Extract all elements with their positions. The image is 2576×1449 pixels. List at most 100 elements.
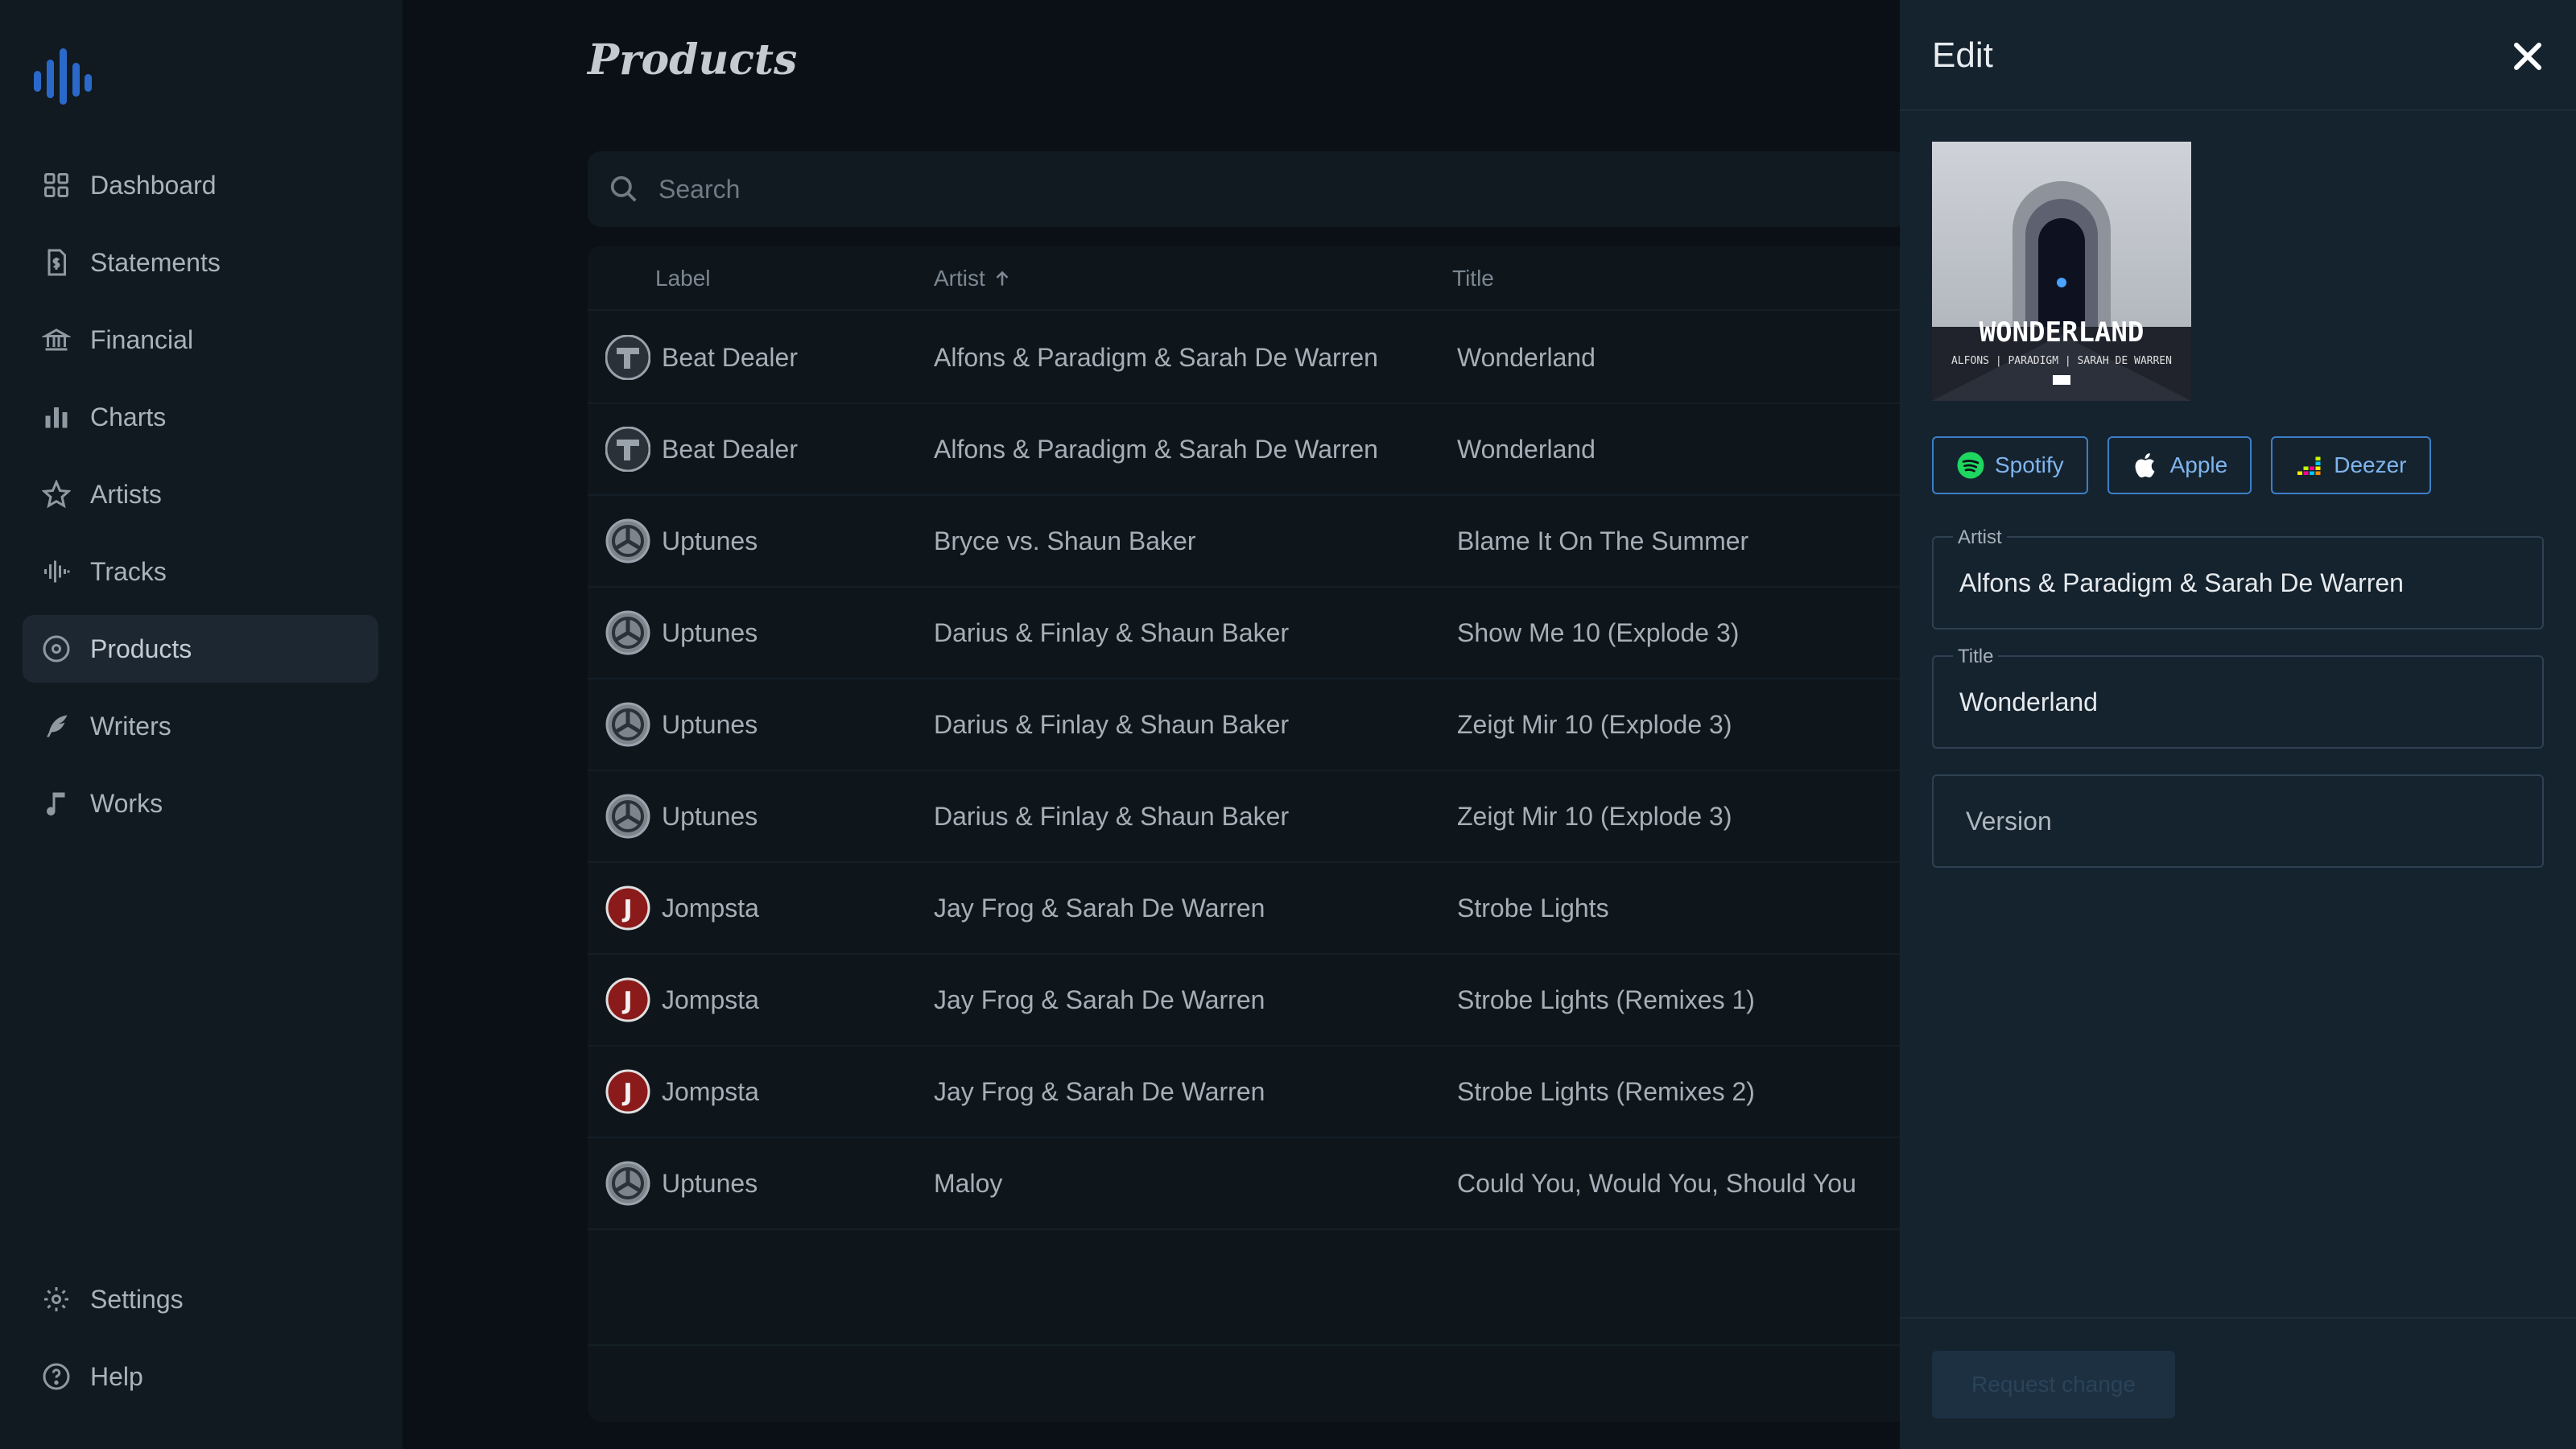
row-title-cell: Zeigt Mir 10 (Explode 3) [1457, 710, 1732, 739]
table-row[interactable]: Uptunes Darius & Finlay & Shaun Baker Zeig… [588, 679, 1908, 771]
edit-panel-header: Edit [1900, 0, 2576, 111]
request-change-button[interactable]: Request change [1932, 1351, 2175, 1418]
svg-text:J: J [621, 1079, 632, 1107]
row-label-text: Uptunes [662, 709, 758, 739]
waveform-icon [44, 560, 70, 583]
spotify-icon [1957, 452, 1984, 479]
sidebar-bottom-nav: Settings Help [23, 1265, 378, 1420]
row-label-text: Jompsta [662, 1076, 759, 1106]
search-icon [610, 175, 637, 202]
row-label-text: Beat Dealer [662, 342, 798, 372]
page-title: Products [588, 35, 798, 85]
row-title-cell: Strobe Lights [1457, 894, 1609, 923]
row-title-cell: Zeigt Mir 10 (Explode 3) [1457, 802, 1732, 831]
artist-field-value: Alfons & Paradigm & Sarah De Warren [1959, 568, 2404, 597]
search-input[interactable]: Search [588, 151, 1908, 227]
uptunes-logo-icon [605, 1161, 650, 1206]
main-content: Products Search Label Artist Title Beat … [402, 0, 1908, 1449]
streaming-services: Spotify Apple Deezer [1932, 436, 2431, 494]
beat-dealer-logo-icon [605, 426, 651, 473]
sidebar-item-writers[interactable]: Writers [23, 692, 378, 760]
edit-panel-title: Edit [1932, 35, 1993, 75]
apple-icon [2135, 453, 2154, 478]
table-row[interactable]: Beat Dealer Alfons & Paradigm & Sarah De … [588, 312, 1908, 404]
sort-ascending-icon [996, 270, 1009, 286]
row-label-text: Beat Dealer [662, 434, 798, 464]
sidebar-item-settings[interactable]: Settings [23, 1265, 378, 1333]
table-row[interactable]: J Jompsta Jay Frog & Sarah De Warren Strobe… [588, 1046, 1908, 1138]
jompsta-logo-icon: J [605, 1069, 650, 1114]
row-artist-cell: Jay Frog & Sarah De Warren [934, 894, 1265, 923]
spotify-label: Spotify [1995, 452, 2064, 477]
table-row[interactable]: J Jompsta Jay Frog & Sarah De Warren Strobe… [588, 863, 1908, 955]
sidebar-nav: Dashboard Statements Financial Charts Ar… [23, 151, 378, 847]
row-artist-cell: Maloy [934, 1169, 1003, 1198]
artist-field-label: Artist [1953, 526, 2007, 549]
apple-button[interactable]: Apple [2107, 436, 2252, 494]
row-title-cell: Show Me 10 (Explode 3) [1457, 618, 1740, 647]
row-label-cell: Beat Dealer [605, 334, 798, 381]
table-row[interactable]: Uptunes Maloy Could You, Would You, Should… [588, 1138, 1908, 1230]
sidebar-item-charts[interactable]: Charts [23, 383, 378, 451]
sidebar: Dashboard Statements Financial Charts Ar… [0, 0, 402, 1449]
row-label-cell: Uptunes [605, 518, 758, 564]
row-title-cell: Strobe Lights (Remixes 2) [1457, 1077, 1755, 1106]
sidebar-item-works[interactable]: Works [23, 770, 378, 837]
jompsta-logo-icon: J [605, 886, 650, 931]
uptunes-logo-icon [605, 794, 650, 839]
column-header-artist[interactable]: Artist [934, 266, 1013, 291]
column-header-artist-text: Artist [934, 266, 985, 291]
album-cover: WONDERLAND ALFONS | PARADIGM | SARAH DE … [1932, 142, 2191, 401]
table-row[interactable]: Uptunes Darius & Finlay & Shaun Baker Show… [588, 588, 1908, 679]
row-artist-cell: Bryce vs. Shaun Baker [934, 526, 1196, 555]
app-logo-icon[interactable] [34, 48, 92, 105]
row-title-cell: Could You, Would You, Should You [1457, 1169, 1856, 1198]
title-field[interactable]: Title Wonderland [1932, 646, 2544, 749]
table-row[interactable]: Uptunes Bryce vs. Shaun Baker Blame It On … [588, 496, 1908, 588]
sidebar-item-products[interactable]: Products [23, 615, 378, 683]
title-field-value: Wonderland [1959, 687, 2098, 716]
row-label-text: Jompsta [662, 893, 759, 923]
version-field-placeholder: Version [1966, 807, 2052, 836]
row-artist-cell: Jay Frog & Sarah De Warren [934, 1077, 1265, 1106]
sidebar-item-help[interactable]: Help [23, 1343, 378, 1410]
bank-icon [42, 328, 71, 351]
title-field-label: Title [1953, 646, 1999, 668]
table-row[interactable]: J Jompsta Jay Frog & Sarah De Warren Strobe… [588, 955, 1908, 1046]
sidebar-item-label: Settings [90, 1284, 184, 1314]
row-title-cell: Strobe Lights (Remixes 1) [1457, 985, 1755, 1014]
sidebar-item-label: Writers [90, 711, 171, 741]
cover-title: WONDERLAND [1979, 316, 2145, 349]
deezer-button[interactable]: Deezer [2271, 436, 2431, 494]
row-artist-cell: Jay Frog & Sarah De Warren [934, 985, 1265, 1014]
table-header: Label Artist Title [588, 246, 1908, 311]
sidebar-item-artists[interactable]: Artists [23, 460, 378, 528]
sidebar-item-label: Statements [90, 247, 221, 277]
cover-subtitle: ALFONS | PARADIGM | SARAH DE WARREN [1951, 355, 2172, 367]
sidebar-item-financial[interactable]: Financial [23, 306, 378, 374]
sidebar-item-statements[interactable]: Statements [23, 229, 378, 296]
sidebar-item-tracks[interactable]: Tracks [23, 538, 378, 605]
svg-text:J: J [621, 895, 632, 923]
spotify-button[interactable]: Spotify [1932, 436, 2088, 494]
version-field[interactable]: Version [1932, 774, 2544, 868]
artist-field[interactable]: Artist Alfons & Paradigm & Sarah De Warr… [1932, 526, 2544, 630]
row-artist-cell: Darius & Finlay & Shaun Baker [934, 710, 1290, 739]
column-header-label[interactable]: Label [655, 266, 711, 291]
uptunes-logo-icon [605, 610, 650, 655]
row-artist-cell: Alfons & Paradigm & Sarah De Warren [934, 435, 1378, 464]
close-icon[interactable] [2508, 37, 2547, 76]
sidebar-item-label: Artists [90, 479, 162, 509]
disc-icon [43, 635, 70, 663]
row-label-text: Uptunes [662, 1168, 758, 1198]
column-header-title[interactable]: Title [1452, 266, 1494, 291]
sidebar-item-dashboard[interactable]: Dashboard [23, 151, 378, 219]
sidebar-item-label: Charts [90, 402, 167, 431]
star-icon [42, 480, 71, 509]
album-cover-art: WONDERLAND ALFONS | PARADIGM | SARAH DE … [1932, 142, 2191, 401]
table-footer-divider [588, 1344, 1908, 1346]
table-row[interactable]: Beat Dealer Alfons & Paradigm & Sarah De … [588, 404, 1908, 496]
table-row[interactable]: Uptunes Darius & Finlay & Shaun Baker Zeig… [588, 771, 1908, 863]
row-label-text: Uptunes [662, 801, 758, 831]
row-label-cell: J Jompsta [605, 977, 759, 1022]
